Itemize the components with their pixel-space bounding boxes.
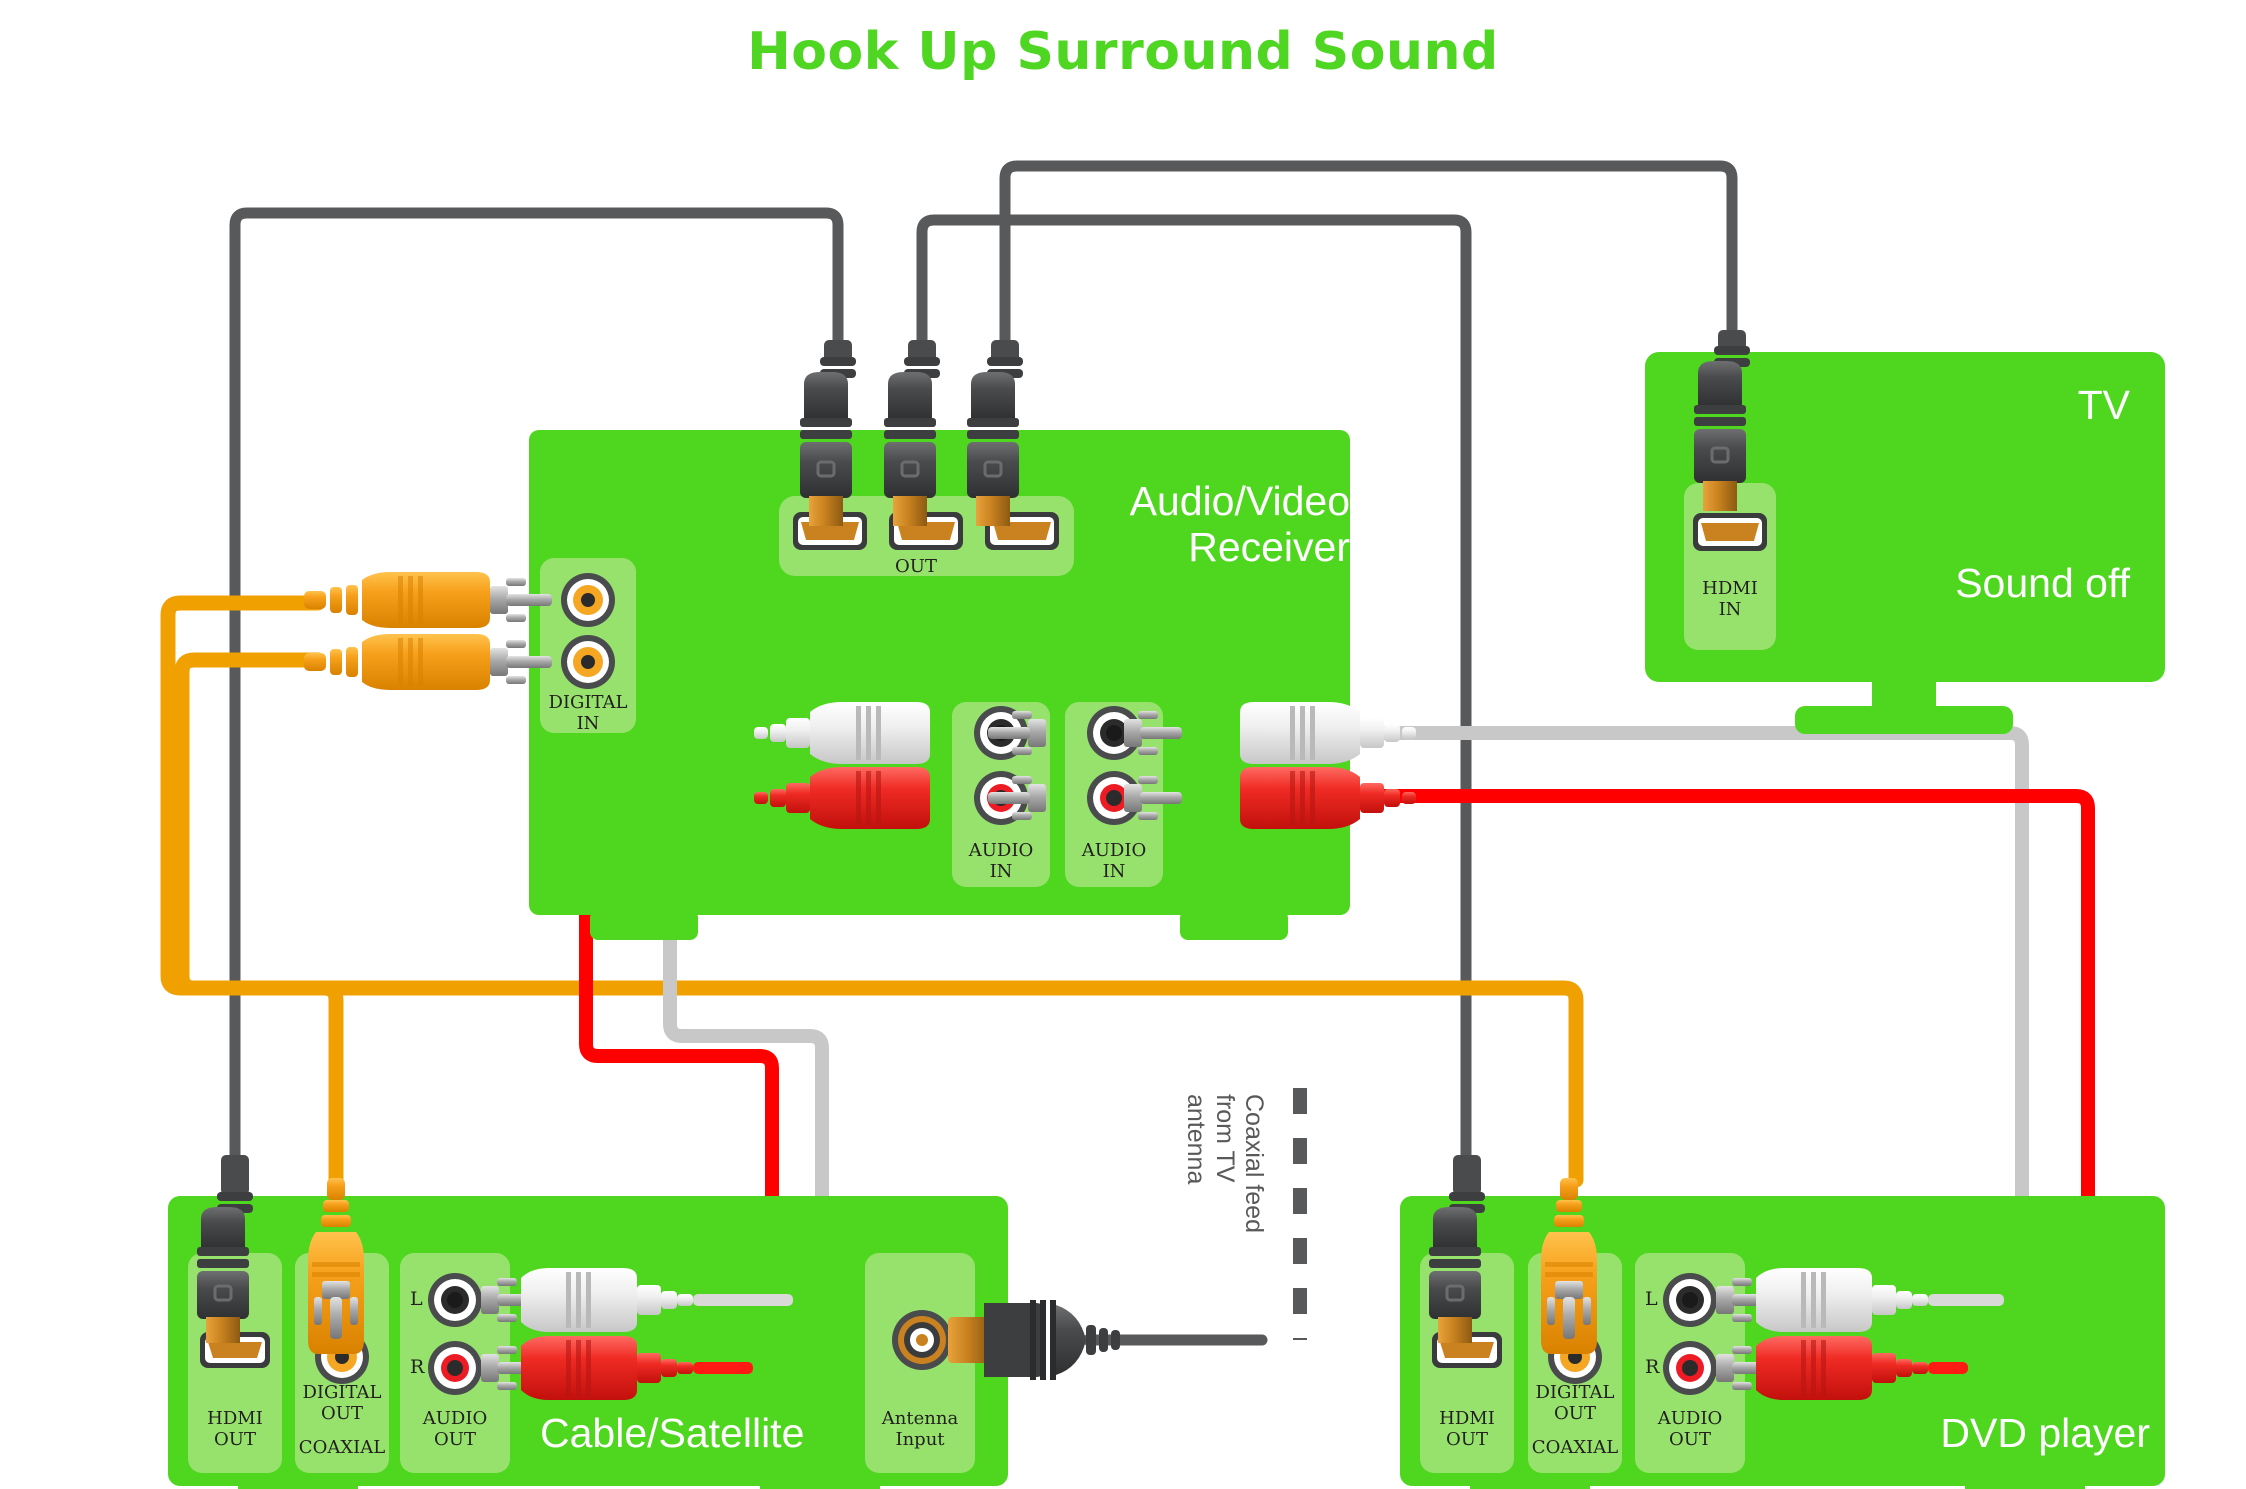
channel-label-left-cab: L <box>410 1288 423 1310</box>
coax-cable-cable-to-receiver <box>160 595 344 1188</box>
port-label-receiver-audio-in-1: AUDIO IN <box>968 840 1034 882</box>
hdmi-cable-receiver-to-tv <box>999 160 1738 346</box>
rca-jack-coax <box>561 635 615 689</box>
port-label-dvd-digital-out: DIGITAL OUT <box>1535 1382 1615 1424</box>
port-label-cab-coaxial: COAXIAL <box>298 1437 386 1458</box>
port-label-dvd-hdmi-out: HDMI OUT <box>1439 1408 1495 1450</box>
port-label-cab-audio-out: AUDIO OUT <box>422 1408 488 1450</box>
port-label-dvd-audio-out: AUDIO OUT <box>1657 1408 1723 1450</box>
port-label-tv-hdmi-in: HDMI IN <box>1702 578 1758 620</box>
hdmi-plug[interactable] <box>197 1155 253 1343</box>
annotation-coaxial-feed: Coaxial feed from TV antenna <box>1182 1094 1268 1233</box>
rca-jack-left <box>428 1273 482 1327</box>
channel-label-right-cab: R <box>410 1356 425 1378</box>
device-label-receiver: Audio/Video Receiver <box>1129 478 1350 570</box>
diagram-canvas: Hook Up Surround Sound Audio/Video Recei… <box>0 0 2246 1489</box>
rca-plug-coax[interactable] <box>304 634 552 690</box>
device-label-dvd-player: DVD player <box>1940 1410 2150 1456</box>
rca-jack-right <box>1663 1341 1717 1395</box>
device-label-cable-satellite: Cable/Satellite <box>540 1410 805 1456</box>
rca-jack-right <box>428 1341 482 1395</box>
port-label-cab-digital-out: DIGITAL OUT <box>302 1382 382 1424</box>
port-label-dvd-coaxial: COAXIAL <box>1531 1437 1619 1458</box>
hdmi-socket-icon <box>1693 513 1767 551</box>
cable-layer <box>160 160 2165 1489</box>
f-connector-jack <box>892 1310 952 1370</box>
port-label-cab-hdmi-out: HDMI OUT <box>207 1408 263 1450</box>
port-label-cab-antenna-input: Antenna Input <box>881 1408 959 1450</box>
tv-status-label: Sound off <box>1955 560 2130 606</box>
port-label-receiver-hdmi-out: OUT <box>895 556 937 577</box>
hdmi-plug[interactable] <box>1429 1155 1485 1343</box>
port-label-receiver-digital-in: DIGITAL IN <box>548 692 628 734</box>
port-label-receiver-audio-in-2: AUDIO IN <box>1081 840 1147 882</box>
channel-label-left-dvd: L <box>1645 1288 1658 1310</box>
rca-jack-coax <box>561 573 615 627</box>
rca-plug-coax[interactable] <box>304 572 552 628</box>
channel-label-right-dvd: R <box>1645 1356 1660 1378</box>
device-label-tv: TV <box>2077 382 2130 428</box>
rca-jack-left <box>1663 1273 1717 1327</box>
page-title: Hook Up Surround Sound <box>747 22 1499 82</box>
